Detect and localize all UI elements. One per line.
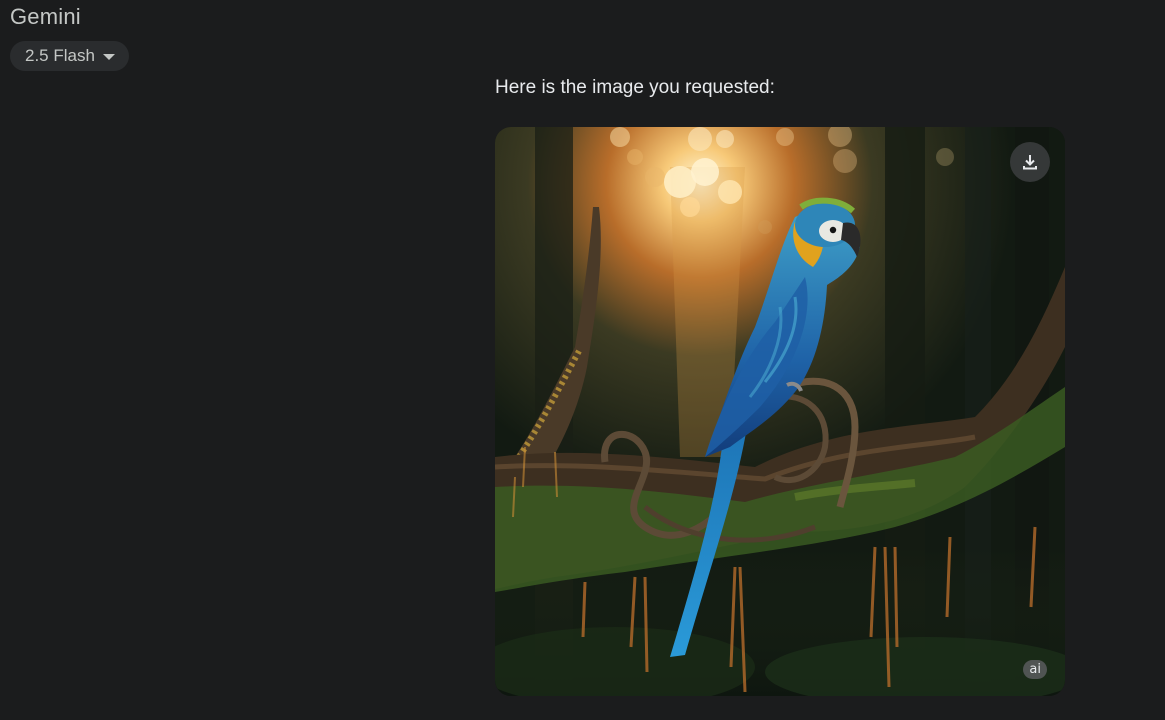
caret-down-icon	[102, 54, 115, 60]
macaw-scene-image	[495, 127, 1065, 696]
generated-image[interactable]: ai	[495, 127, 1065, 696]
ai-generated-badge: ai	[1023, 660, 1047, 679]
model-selector-button[interactable]: 2.5 Flash	[10, 41, 129, 71]
download-button[interactable]	[1010, 142, 1050, 182]
download-icon	[1023, 155, 1037, 170]
response-text: Here is the image you requested:	[495, 77, 775, 98]
model-selector-label: 2.5 Flash	[25, 46, 95, 65]
gemini-app: Gemini 2.5 Flash Here is the image you r…	[0, 0, 1165, 720]
app-title: Gemini	[10, 4, 81, 29]
